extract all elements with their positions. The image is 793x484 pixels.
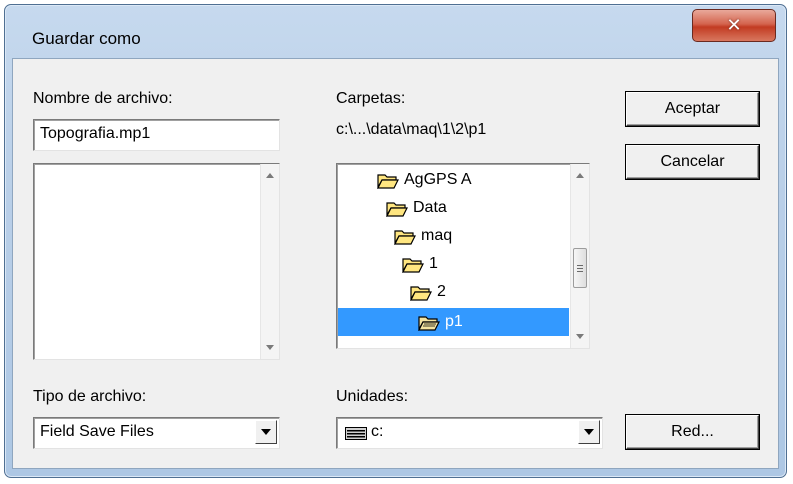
folder-item-selected[interactable]: p1 [338, 308, 569, 336]
drive-value: c: [371, 423, 384, 440]
drive-select[interactable]: c: [336, 417, 603, 449]
folder-item[interactable]: AgGPS A [377, 166, 472, 194]
drives-label: Unidades: [336, 388, 409, 405]
chevron-down-icon [261, 429, 271, 435]
folder-item-label: 1 [429, 255, 438, 272]
file-type-value: Field Save Files [40, 423, 154, 440]
file-type-label: Tipo de archivo: [33, 388, 147, 405]
file-list[interactable] [33, 163, 280, 360]
folder-item-label: 2 [437, 283, 446, 300]
folder-item[interactable]: maq [394, 222, 452, 250]
filename-value: Topografia.mp1 [40, 125, 151, 142]
dialog-window: Guardar como ✕ Nombre de archivo: Topogr… [4, 4, 787, 478]
close-icon: ✕ [726, 15, 742, 36]
scroll-down-arrow-icon[interactable] [576, 334, 584, 339]
file-type-select[interactable]: Field Save Files [33, 417, 280, 449]
filename-input[interactable]: Topografia.mp1 [33, 119, 280, 151]
folder-tree-scrollbar[interactable] [570, 164, 589, 348]
folder-item-label: p1 [445, 313, 463, 330]
file-type-dropdown-button[interactable] [255, 420, 277, 444]
filename-label: Nombre de archivo: [33, 90, 173, 107]
scroll-up-arrow-icon[interactable] [576, 173, 584, 178]
scroll-thumb[interactable] [573, 248, 587, 288]
network-button[interactable]: Red... [626, 415, 759, 449]
scroll-down-arrow-icon[interactable] [266, 345, 274, 350]
folder-open-icon [402, 257, 424, 273]
folder-open-icon [418, 315, 440, 331]
drive-dropdown-button[interactable] [578, 420, 600, 444]
current-path: c:\...\data\maq\1\2\p1 [336, 121, 487, 138]
folder-open-icon [377, 173, 399, 189]
accept-button[interactable]: Aceptar [626, 92, 759, 126]
folder-tree[interactable]: AgGPS A Data maq 1 2 p1 [336, 163, 590, 349]
folder-item-label: AgGPS A [404, 171, 472, 188]
chevron-down-icon [584, 429, 594, 435]
folder-item-label: Data [413, 199, 447, 216]
folder-item[interactable]: Data [386, 194, 447, 222]
dialog-body: Nombre de archivo: Topografia.mp1 Carpet… [12, 58, 779, 469]
folder-item-label: maq [421, 227, 453, 244]
scroll-up-arrow-icon[interactable] [266, 173, 274, 178]
folders-label: Carpetas: [336, 90, 406, 107]
folder-item[interactable]: 2 [410, 278, 446, 306]
close-button[interactable]: ✕ [692, 9, 776, 42]
drive-icon [345, 427, 367, 440]
title-bar[interactable]: Guardar como ✕ [5, 5, 786, 55]
window-title: Guardar como [32, 29, 141, 48]
folder-open-icon [386, 201, 408, 217]
cancel-button[interactable]: Cancelar [626, 145, 759, 179]
file-list-scrollbar[interactable] [260, 164, 279, 359]
folder-open-icon [410, 285, 432, 301]
folder-open-icon [394, 229, 416, 245]
folder-item[interactable]: 1 [402, 250, 438, 278]
